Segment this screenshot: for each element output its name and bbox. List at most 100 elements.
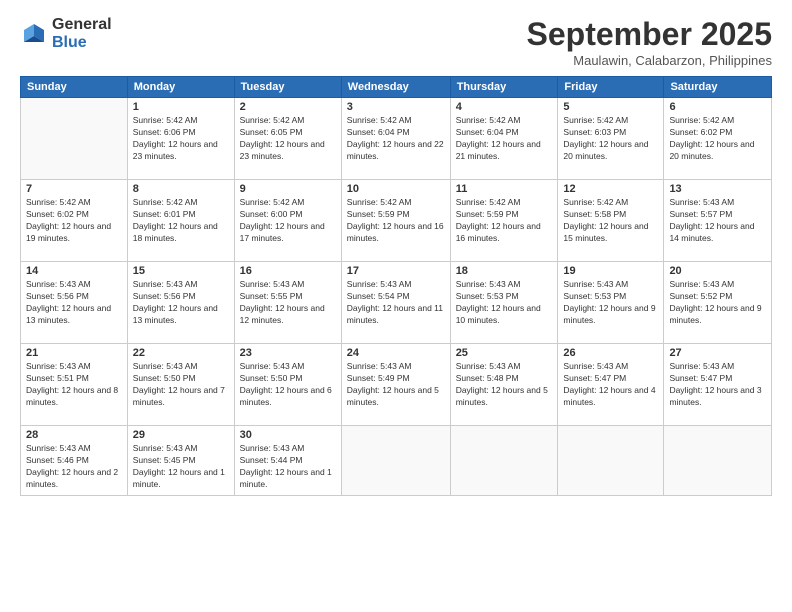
day-info: Sunrise: 5:43 AMSunset: 5:53 PMDaylight:… [456,279,553,327]
calendar-page: General Blue September 2025 Maulawin, Ca… [0,0,792,612]
title-area: September 2025 Maulawin, Calabarzon, Phi… [527,16,772,68]
day-cell: 17 Sunrise: 5:43 AMSunset: 5:54 PMDayligh… [341,262,450,344]
day-number: 20 [669,265,766,277]
day-cell: 13 Sunrise: 5:43 AMSunset: 5:57 PMDayligh… [664,180,772,262]
day-cell: 3 Sunrise: 5:42 AMSunset: 6:04 PMDaylight… [341,98,450,180]
day-cell: 22Sunrise: 5:43 AMSunset: 5:50 PMDayligh… [127,344,234,426]
day-cell: 4Sunrise: 5:42 AMSunset: 6:04 PMDaylight… [450,98,558,180]
day-cell: 8 Sunrise: 5:42 AMSunset: 6:01 PMDaylight… [127,180,234,262]
day-number: 21 [26,347,122,359]
day-number: 11 [456,183,553,195]
day-info: Sunrise: 5:43 AMSunset: 5:47 PMDaylight:… [669,361,766,409]
logo-text: General Blue [52,16,112,51]
day-cell: 5Sunrise: 5:42 AMSunset: 6:03 PMDaylight… [558,98,664,180]
day-info: Sunrise: 5:43 AMSunset: 5:45 PMDaylight:… [133,443,229,491]
day-cell: 7 Sunrise: 5:42 AMSunset: 6:02 PMDaylight… [21,180,128,262]
day-cell: 2 Sunrise: 5:42 AMSunset: 6:05 PMDaylight… [234,98,341,180]
day-number: 19 [563,265,658,277]
day-cell [341,426,450,496]
location: Maulawin, Calabarzon, Philippines [527,53,772,68]
day-info: Sunrise: 5:43 AMSunset: 5:47 PMDaylight:… [563,361,658,409]
day-cell: 28Sunrise: 5:43 AMSunset: 5:46 PMDayligh… [21,426,128,496]
day-info: Sunrise: 5:43 AMSunset: 5:54 PMDaylight:… [347,279,445,327]
day-number: 6 [669,101,766,113]
day-number: 7 [26,183,122,195]
day-number: 4 [456,101,553,113]
day-number: 3 [347,101,445,113]
day-info: Sunrise: 5:43 AMSunset: 5:52 PMDaylight:… [669,279,766,327]
day-info: Sunrise: 5:42 AMSunset: 6:02 PMDaylight:… [26,197,122,245]
week-row-0: 1Sunrise: 5:42 AMSunset: 6:06 PMDaylight… [21,98,772,180]
day-cell: 9 Sunrise: 5:42 AMSunset: 6:00 PMDaylight… [234,180,341,262]
day-info: Sunrise: 5:42 AMSunset: 6:04 PMDaylight:… [347,115,445,163]
day-number: 25 [456,347,553,359]
day-info: Sunrise: 5:43 AMSunset: 5:56 PMDaylight:… [26,279,122,327]
day-number: 12 [563,183,658,195]
day-info: Sunrise: 5:43 AMSunset: 5:53 PMDaylight:… [563,279,658,327]
day-cell: 29 Sunrise: 5:43 AMSunset: 5:45 PMDayligh… [127,426,234,496]
header-thursday: Thursday [450,77,558,98]
day-number: 24 [347,347,445,359]
day-info: Sunrise: 5:43 AMSunset: 5:50 PMDaylight:… [240,361,336,409]
day-info: Sunrise: 5:42 AMSunset: 6:00 PMDaylight:… [240,197,336,245]
day-cell: 1Sunrise: 5:42 AMSunset: 6:06 PMDaylight… [127,98,234,180]
day-info: Sunrise: 5:43 AMSunset: 5:57 PMDaylight:… [669,197,766,245]
day-cell: 23 Sunrise: 5:43 AMSunset: 5:50 PMDayligh… [234,344,341,426]
day-cell: 25Sunrise: 5:43 AMSunset: 5:48 PMDayligh… [450,344,558,426]
day-info: Sunrise: 5:42 AMSunset: 6:05 PMDaylight:… [240,115,336,163]
day-cell: 24 Sunrise: 5:43 AMSunset: 5:49 PMDayligh… [341,344,450,426]
week-row-2: 14 Sunrise: 5:43 AMSunset: 5:56 PMDayligh… [21,262,772,344]
header-tuesday: Tuesday [234,77,341,98]
week-row-3: 21 Sunrise: 5:43 AMSunset: 5:51 PMDayligh… [21,344,772,426]
day-info: Sunrise: 5:43 AMSunset: 5:49 PMDaylight:… [347,361,445,409]
day-number: 9 [240,183,336,195]
day-info: Sunrise: 5:42 AMSunset: 5:59 PMDaylight:… [456,197,553,245]
day-number: 29 [133,429,229,441]
day-cell: 26 Sunrise: 5:43 AMSunset: 5:47 PMDayligh… [558,344,664,426]
header-saturday: Saturday [664,77,772,98]
day-info: Sunrise: 5:42 AMSunset: 6:01 PMDaylight:… [133,197,229,245]
day-info: Sunrise: 5:43 AMSunset: 5:56 PMDaylight:… [133,279,229,327]
day-number: 15 [133,265,229,277]
day-number: 26 [563,347,658,359]
day-number: 28 [26,429,122,441]
day-number: 23 [240,347,336,359]
day-info: Sunrise: 5:42 AMSunset: 5:58 PMDaylight:… [563,197,658,245]
day-cell: 20 Sunrise: 5:43 AMSunset: 5:52 PMDayligh… [664,262,772,344]
day-cell: 14 Sunrise: 5:43 AMSunset: 5:56 PMDayligh… [21,262,128,344]
day-info: Sunrise: 5:42 AMSunset: 5:59 PMDaylight:… [347,197,445,245]
day-cell [450,426,558,496]
day-number: 13 [669,183,766,195]
calendar-table: Sunday Monday Tuesday Wednesday Thursday… [20,76,772,496]
day-cell: 12 Sunrise: 5:42 AMSunset: 5:58 PMDayligh… [558,180,664,262]
day-info: Sunrise: 5:42 AMSunset: 6:02 PMDaylight:… [669,115,766,163]
day-number: 10 [347,183,445,195]
week-row-4: 28Sunrise: 5:43 AMSunset: 5:46 PMDayligh… [21,426,772,496]
day-cell: 16Sunrise: 5:43 AMSunset: 5:55 PMDayligh… [234,262,341,344]
header-monday: Monday [127,77,234,98]
day-number: 17 [347,265,445,277]
day-cell: 19 Sunrise: 5:43 AMSunset: 5:53 PMDayligh… [558,262,664,344]
day-number: 8 [133,183,229,195]
day-number: 2 [240,101,336,113]
header-sunday: Sunday [21,77,128,98]
day-cell [558,426,664,496]
day-cell: 27Sunrise: 5:43 AMSunset: 5:47 PMDayligh… [664,344,772,426]
day-number: 14 [26,265,122,277]
day-info: Sunrise: 5:43 AMSunset: 5:51 PMDaylight:… [26,361,122,409]
header: General Blue September 2025 Maulawin, Ca… [20,16,772,68]
day-number: 16 [240,265,336,277]
day-number: 5 [563,101,658,113]
weekday-header-row: Sunday Monday Tuesday Wednesday Thursday… [21,77,772,98]
day-cell: 18 Sunrise: 5:43 AMSunset: 5:53 PMDayligh… [450,262,558,344]
day-number: 18 [456,265,553,277]
day-info: Sunrise: 5:43 AMSunset: 5:44 PMDaylight:… [240,443,336,491]
day-info: Sunrise: 5:43 AMSunset: 5:50 PMDaylight:… [133,361,229,409]
header-wednesday: Wednesday [341,77,450,98]
day-cell [664,426,772,496]
logo-general: General [52,16,112,34]
day-number: 30 [240,429,336,441]
day-number: 1 [133,101,229,113]
day-cell: 30 Sunrise: 5:43 AMSunset: 5:44 PMDayligh… [234,426,341,496]
day-cell: 15 Sunrise: 5:43 AMSunset: 5:56 PMDayligh… [127,262,234,344]
